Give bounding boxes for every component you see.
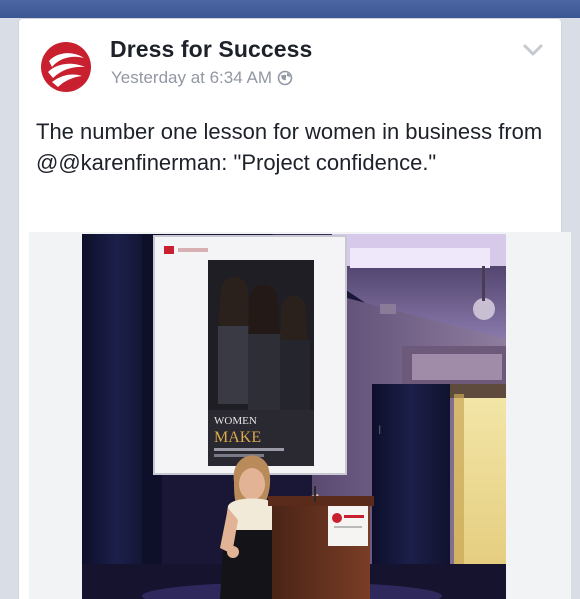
post-message: The number one lesson for women in busin… (36, 119, 543, 175)
screen-headline-2: MAKE (214, 429, 261, 446)
post-timestamp[interactable]: Yesterday at 6:34 AM (111, 68, 272, 88)
post-meta: Yesterday at 6:34 AM (111, 68, 293, 88)
photo-frame: WOMEN MAKE I (29, 232, 571, 599)
post-photo[interactable]: WOMEN MAKE I (82, 234, 506, 599)
dress-for-success-logo-avatar[interactable] (40, 41, 92, 93)
chevron-down-icon[interactable] (523, 43, 543, 57)
page-name-link[interactable]: Dress for Success (110, 36, 312, 63)
status-bar (0, 0, 580, 18)
post-card: Dress for Success Yesterday at 6:34 AM T… (19, 19, 571, 599)
svg-text:I: I (378, 423, 381, 437)
screen-headline-1: WOMEN (214, 415, 257, 427)
globe-icon (277, 70, 293, 86)
